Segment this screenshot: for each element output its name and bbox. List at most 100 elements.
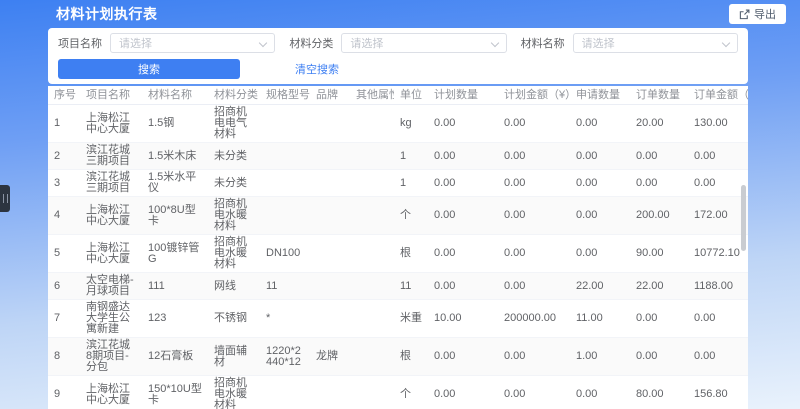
table-cell: 11 xyxy=(394,273,428,300)
filter-row: 项目名称 请选择 材料分类 请选择 材料名称 请选择 xyxy=(58,33,738,53)
table-cell xyxy=(310,170,350,197)
table-cell: 0.00 xyxy=(498,170,570,197)
column-header: 其他属性 xyxy=(350,86,394,105)
column-header: 项目名称 xyxy=(80,86,142,105)
filter-panel: 项目名称 请选择 材料分类 请选择 材料名称 请选择 xyxy=(48,28,748,84)
table-cell: 上海松江中心大厦 xyxy=(80,376,142,409)
main-content: 项目名称 请选择 材料分类 请选择 材料名称 请选择 xyxy=(48,28,748,409)
column-header: 序号 xyxy=(48,86,80,105)
table-cell xyxy=(350,170,394,197)
table-row: 8滨江花城8期项目-分包12石膏板墙面辅材1220*2440*12龙牌根0.00… xyxy=(48,338,748,376)
table-row: 6太空电梯-月球项目111网线11110.000.0022.0022.00118… xyxy=(48,273,748,300)
table-cell: 滨江花城8期项目-分包 xyxy=(80,338,142,376)
search-button[interactable]: 搜索 xyxy=(58,59,240,79)
table-cell: 0.00 xyxy=(498,105,570,143)
table-cell: 1.5米水平仪 xyxy=(142,170,208,197)
export-icon xyxy=(739,9,750,20)
table-cell: 招商机电水暖材料 xyxy=(208,235,260,273)
table-cell xyxy=(310,273,350,300)
table-cell: 龙牌 xyxy=(310,338,350,376)
clear-search-link[interactable]: 清空搜索 xyxy=(295,61,339,77)
table-cell xyxy=(350,197,394,235)
table-cell: 0.00 xyxy=(688,143,748,170)
table-cell xyxy=(310,105,350,143)
table-cell: 上海松江中心大厦 xyxy=(80,197,142,235)
table-cell: 9 xyxy=(48,376,80,409)
table-cell: 0.00 xyxy=(570,105,630,143)
table-cell: 未分类 xyxy=(208,170,260,197)
table-cell: 7 xyxy=(48,300,80,338)
table-cell: 0.00 xyxy=(498,273,570,300)
select-placeholder: 请选择 xyxy=(350,35,383,51)
table-cell: 0.00 xyxy=(498,338,570,376)
table-header-row: 序号项目名称材料名称材料分类规格型号品牌其他属性单位计划数量计划金额（¥）申请数… xyxy=(48,86,748,105)
chevron-down-icon xyxy=(259,39,267,47)
table-cell: 0.00 xyxy=(688,300,748,338)
table-cell: 网线 xyxy=(208,273,260,300)
page-title: 材料计划执行表 xyxy=(56,4,158,24)
table-cell: 上海松江中心大厦 xyxy=(80,105,142,143)
table-cell: 0.00 xyxy=(570,235,630,273)
table-cell: kg xyxy=(394,105,428,143)
table-cell: 个 xyxy=(394,376,428,409)
material-name-select[interactable]: 请选择 xyxy=(573,33,738,53)
column-header: 品牌 xyxy=(310,86,350,105)
table-cell xyxy=(350,105,394,143)
column-header: 规格型号 xyxy=(260,86,310,105)
table-cell: 0.00 xyxy=(570,143,630,170)
table-cell: 0.00 xyxy=(688,338,748,376)
table-cell: 123 xyxy=(142,300,208,338)
table-cell: 1.00 xyxy=(570,338,630,376)
table-cell: 4 xyxy=(48,197,80,235)
table-cell: 3 xyxy=(48,170,80,197)
table-cell xyxy=(350,235,394,273)
table-cell: 0.00 xyxy=(428,235,498,273)
table-row: 4上海松江中心大厦100*8U型卡招商机电水暖材料个0.000.000.0020… xyxy=(48,197,748,235)
table-cell: 根 xyxy=(394,235,428,273)
table-cell xyxy=(350,273,394,300)
table-cell: 招商机电水暖材料 xyxy=(208,376,260,409)
table-cell: 0.00 xyxy=(428,197,498,235)
material-category-select[interactable]: 请选择 xyxy=(341,33,506,53)
table-cell xyxy=(260,376,310,409)
table-cell: 200000.00 xyxy=(498,300,570,338)
table-cell: 1 xyxy=(394,170,428,197)
column-header: 计划金额（¥） xyxy=(498,86,570,105)
table-cell: 1188.00 xyxy=(688,273,748,300)
table-cell xyxy=(310,235,350,273)
table-cell: 172.00 xyxy=(688,197,748,235)
table-cell xyxy=(350,143,394,170)
data-table-panel: 序号项目名称材料名称材料分类规格型号品牌其他属性单位计划数量计划金额（¥）申请数… xyxy=(48,86,748,409)
filter-field-material-name: 材料名称 请选择 xyxy=(521,33,738,53)
table-cell: 130.00 xyxy=(688,105,748,143)
project-name-select[interactable]: 请选择 xyxy=(110,33,275,53)
select-placeholder: 请选择 xyxy=(582,35,615,51)
table-cell xyxy=(260,105,310,143)
table-cell: 22.00 xyxy=(570,273,630,300)
table-cell: 0.00 xyxy=(428,170,498,197)
table-cell: 0.00 xyxy=(498,143,570,170)
table-cell xyxy=(350,300,394,338)
table-cell: 根 xyxy=(394,338,428,376)
column-header: 单位 xyxy=(394,86,428,105)
table-row: 5上海松江中心大厦100镀锌管G招商机电水暖材料DN100根0.000.000.… xyxy=(48,235,748,273)
vertical-scrollbar[interactable] xyxy=(741,185,746,251)
table-cell: 1 xyxy=(48,105,80,143)
table-cell xyxy=(310,300,350,338)
filter-field-material-category: 材料分类 请选择 xyxy=(289,33,506,53)
table-cell: 156.80 xyxy=(688,376,748,409)
table-cell xyxy=(260,170,310,197)
top-bar: 材料计划执行表 导出 xyxy=(0,0,800,28)
table-cell: 90.00 xyxy=(630,235,688,273)
table-cell: 招商机电水暖材料 xyxy=(208,197,260,235)
table-cell: 0.00 xyxy=(428,338,498,376)
table-cell: 0.00 xyxy=(428,105,498,143)
export-button[interactable]: 导出 xyxy=(729,4,786,24)
table-row: 3滨江花城三期项目1.5米水平仪未分类10.000.000.000.000.00 xyxy=(48,170,748,197)
table-cell: 招商机电电气材料 xyxy=(208,105,260,143)
drawer-handle[interactable] xyxy=(0,185,10,212)
table-cell: 1220*2440*12 xyxy=(260,338,310,376)
column-header: 订单数量 xyxy=(630,86,688,105)
column-header: 材料分类 xyxy=(208,86,260,105)
table-cell: 0.00 xyxy=(428,376,498,409)
